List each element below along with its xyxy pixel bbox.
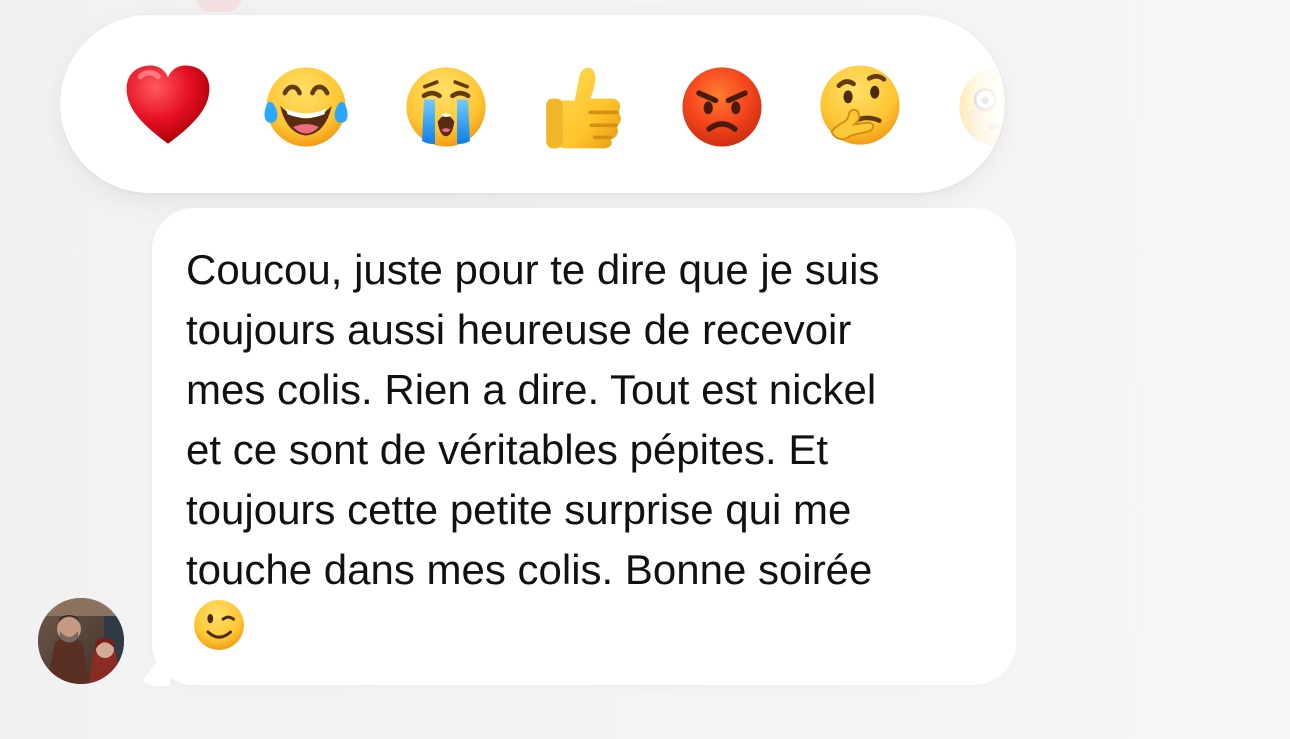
reaction-picker	[60, 15, 1005, 193]
partial-previous-bubble	[196, 0, 242, 12]
contact-avatar[interactable]	[38, 598, 124, 684]
face-with-tears-of-joy-icon[interactable]	[260, 60, 352, 152]
message-text: Coucou, juste pour te dire que je suis t…	[186, 246, 880, 593]
loudly-crying-face-icon[interactable]	[400, 60, 492, 152]
red-heart-icon[interactable]	[122, 60, 214, 152]
winking-face-icon	[190, 596, 248, 654]
thumbs-up-icon[interactable]	[537, 60, 629, 152]
chat-screen: Coucou, juste pour te dire que je suis t…	[0, 0, 1290, 739]
angry-face-icon[interactable]	[676, 60, 768, 152]
flushed-face-icon[interactable]	[953, 60, 1005, 152]
thinking-face-icon[interactable]	[814, 60, 906, 152]
